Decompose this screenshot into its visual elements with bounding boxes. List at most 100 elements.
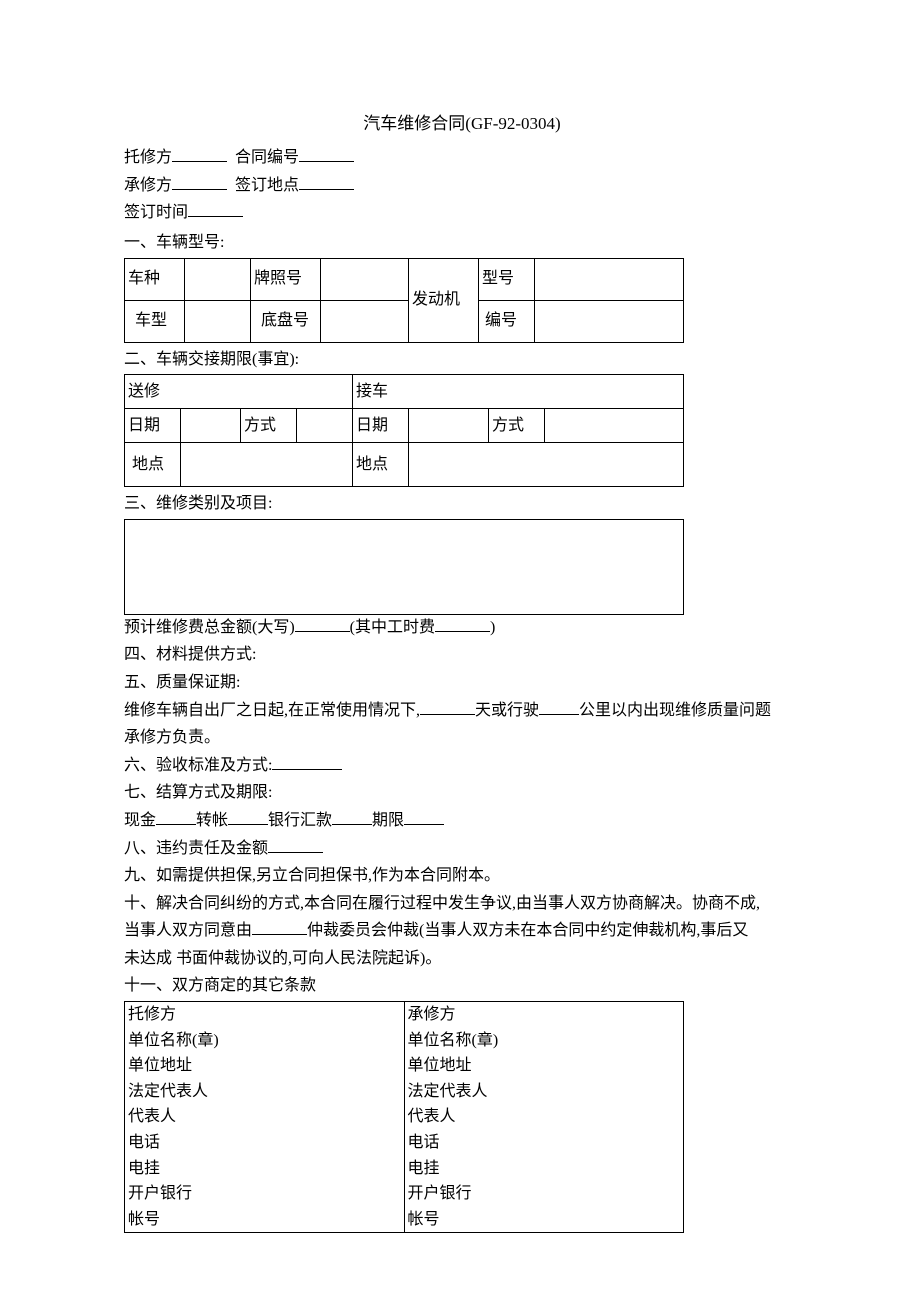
sec7-blank-2 (228, 809, 268, 825)
section-10-a: 十、解决合同纠纷的方式,本合同在履行过程中发生争议,由当事人双方协商解决。协商不… (124, 891, 800, 917)
parties-table: 托修方 承修方 单位名称(章) 单位名称(章) 单位地址 单位地址 法定代表人 … (124, 1001, 684, 1233)
sec5-blank-km (539, 699, 579, 715)
sec5-blank-days (420, 699, 475, 715)
section-10-b: 当事人双方同意由 仲裁委员会仲裁(当事人双方未在本合同中约定伸裁机构,事后又 (124, 918, 800, 944)
sec7-blank-3 (332, 809, 372, 825)
repairer-label: 承修方 (124, 177, 172, 194)
cell-chassis-value (321, 300, 409, 342)
client-label: 托修方 (124, 149, 172, 166)
sec6-blank (272, 754, 342, 770)
repair-items-table (124, 519, 684, 615)
section-7-heading: 七、结算方式及期限: (124, 780, 800, 806)
cell-l-legal: 法定代表人 (125, 1079, 405, 1105)
sec5-a: 维修车辆自出厂之日起,在正常使用情况下, (124, 702, 420, 719)
cell-r-unitname: 单位名称(章) (404, 1028, 684, 1054)
cell-engine-label: 发动机 (409, 258, 479, 342)
client-blank (172, 146, 227, 162)
cell-l-addr: 单位地址 (125, 1053, 405, 1079)
total-blank-b (435, 616, 490, 632)
total-label-c: ) (490, 619, 495, 636)
cell-l-phone: 电话 (125, 1130, 405, 1156)
sec7-blank-1 (156, 809, 196, 825)
cell-vehicle-kind-value (185, 258, 251, 300)
sec5-b: 天或行驶 (475, 702, 539, 719)
cell-recv-date-value (409, 409, 489, 443)
cell-r-phone: 电话 (404, 1130, 684, 1156)
handover-table: 送修 接车 日期 方式 日期 方式 地点 地点 (124, 374, 684, 487)
cell-r-acct: 帐号 (404, 1207, 684, 1233)
cell-plate-label: 牌照号 (251, 258, 321, 300)
cell-recv-method-value (545, 409, 684, 443)
section-5-heading: 五、质量保证期: (124, 670, 800, 696)
section-2-heading: 二、车辆交接期限(事宜): (124, 347, 800, 373)
sec7-blank-4 (404, 809, 444, 825)
header-line-1: 托修方 合同编号 (124, 145, 800, 171)
cell-r-telex: 电挂 (404, 1156, 684, 1182)
header-line-3: 签订时间 (124, 200, 800, 226)
cell-l-bank: 开户银行 (125, 1181, 405, 1207)
sec10-b-text: 当事人双方同意由 (124, 922, 252, 939)
section-4: 四、材料提供方式: (124, 642, 800, 668)
cell-send-method-value (297, 409, 353, 443)
cell-serial-value (535, 300, 684, 342)
total-label-b: (其中工时费 (350, 619, 435, 636)
sec7-transfer: 转帐 (196, 812, 228, 829)
total-blank-a (295, 616, 350, 632)
section-1-heading: 一、车辆型号: (124, 230, 800, 256)
repairer-blank (172, 174, 227, 190)
sec10-c-text: 仲裁委员会仲裁(当事人双方未在本合同中约定伸裁机构,事后又 (307, 922, 748, 939)
cell-send-date-value (181, 409, 241, 443)
cell-r-legal: 法定代表人 (404, 1079, 684, 1105)
sec7-remit: 银行汇款 (268, 812, 332, 829)
cell-serial-label: 编号 (479, 300, 535, 342)
section-6: 六、验收标准及方式: (124, 753, 800, 779)
cell-recv-date-label: 日期 (353, 409, 409, 443)
section-5-body-2: 承修方负责。 (124, 725, 800, 751)
cell-send-method-label: 方式 (241, 409, 297, 443)
cell-vehicle-type-value (185, 300, 251, 342)
section-11-heading: 十一、双方商定的其它条款 (124, 973, 800, 999)
sign-place-blank (299, 174, 354, 190)
section-5-body-1: 维修车辆自出厂之日起,在正常使用情况下, 天或行驶 公里以内出现维修质量问题 (124, 698, 800, 724)
cell-recv-place-value (409, 443, 684, 487)
section-7-body: 现金转帐银行汇款期限 (124, 808, 800, 834)
vehicle-model-table: 车种 牌照号 发动机 型号 车型 底盘号 编号 (124, 258, 684, 343)
contract-no-blank (299, 146, 354, 162)
cell-model-value (535, 258, 684, 300)
cell-r-addr: 单位地址 (404, 1053, 684, 1079)
cell-recv-method-label: 方式 (489, 409, 545, 443)
cell-repairer-header: 承修方 (404, 1002, 684, 1028)
cell-send-place-value (181, 443, 353, 487)
cell-plate-value (321, 258, 409, 300)
sec5-c: 公里以内出现维修质量问题 (579, 702, 771, 719)
cell-send-header: 送修 (125, 375, 353, 409)
sec10-blank (252, 919, 307, 935)
cell-send-date-label: 日期 (125, 409, 181, 443)
sign-time-blank (188, 201, 243, 217)
sec8-blank (268, 837, 323, 853)
sign-time-label: 签订时间 (124, 204, 188, 221)
cell-vehicle-type-label: 车型 (125, 300, 185, 342)
section-8: 八、违约责任及金额 (124, 836, 800, 862)
cell-client-header: 托修方 (125, 1002, 405, 1028)
section-10-d: 未达成 书面仲裁协议的,可向人民法院起诉)。 (124, 946, 800, 972)
cell-receive-header: 接车 (353, 375, 684, 409)
cell-l-rep: 代表人 (125, 1104, 405, 1130)
cell-r-rep: 代表人 (404, 1104, 684, 1130)
section-9: 九、如需提供担保,另立合同担保书,作为本合同附本。 (124, 863, 800, 889)
cell-chassis-label: 底盘号 (251, 300, 321, 342)
cell-l-unitname: 单位名称(章) (125, 1028, 405, 1054)
cell-recv-place-label: 地点 (353, 443, 409, 487)
cell-l-acct: 帐号 (125, 1207, 405, 1233)
section-3-heading: 三、维修类别及项目: (124, 491, 800, 517)
contract-no-label: 合同编号 (235, 149, 299, 166)
cell-vehicle-kind-label: 车种 (125, 258, 185, 300)
sec8-label: 八、违约责任及金额 (124, 840, 268, 857)
page-title: 汽车维修合同(GF-92-0304) (124, 110, 800, 137)
sec6-label: 六、验收标准及方式: (124, 757, 272, 774)
cell-r-bank: 开户银行 (404, 1181, 684, 1207)
repair-items-cell (125, 519, 684, 614)
cell-send-place-label: 地点 (125, 443, 181, 487)
cell-l-telex: 电挂 (125, 1156, 405, 1182)
cell-model-label: 型号 (479, 258, 535, 300)
